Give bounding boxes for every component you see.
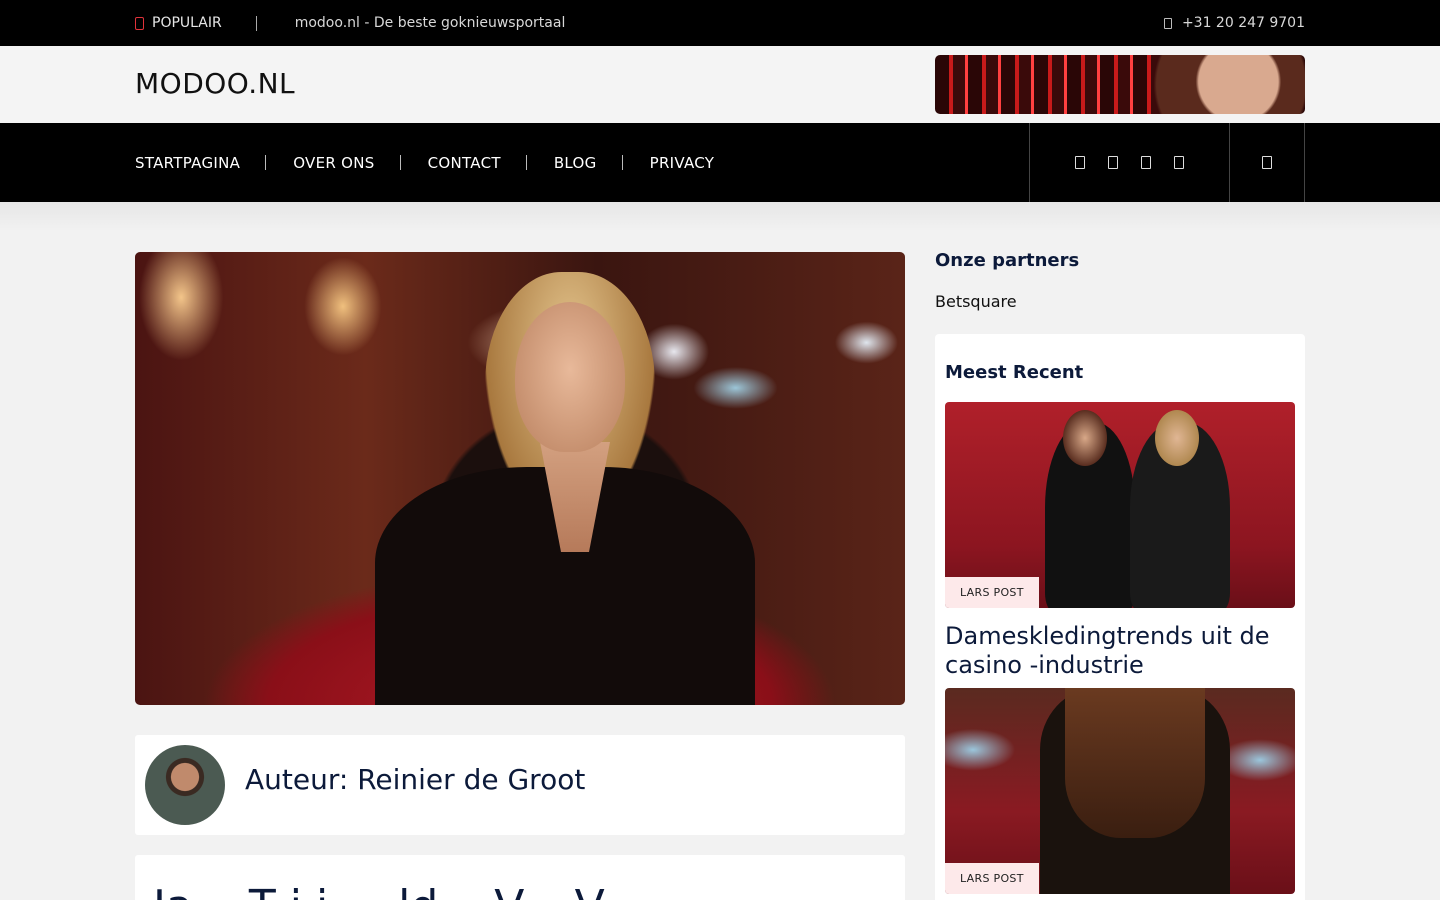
nav-item-contact[interactable]: CONTACT — [428, 154, 501, 172]
author-card: Auteur: Reinier de Groot — [135, 735, 905, 835]
header-banner-image[interactable] — [935, 55, 1305, 114]
social-icon-2[interactable] — [1108, 156, 1118, 169]
search-icon — [1262, 156, 1272, 169]
phone-icon — [1163, 17, 1172, 29]
nav-divider — [621, 155, 623, 170]
nav-divider — [525, 155, 527, 170]
nav-item-startpagina[interactable]: STARTPAGINA — [135, 154, 240, 172]
main-navigation: STARTPAGINA OVER ONS CONTACT BLOG PRIVAC… — [0, 123, 1440, 202]
phone-number: +31 20 247 9701 — [1181, 15, 1305, 31]
divider — [255, 15, 257, 31]
nav-item-privacy[interactable]: PRIVACY — [650, 154, 715, 172]
recent-post-thumbnail[interactable]: LARS POST — [945, 688, 1295, 894]
recent-post-title[interactable]: Dameskledingtrends uit de casino -indust… — [945, 622, 1295, 680]
top-bar: POPULAIR modoo.nl - De beste goknieuwspo… — [0, 0, 1440, 46]
social-icon-1[interactable] — [1075, 156, 1085, 169]
avatar — [145, 745, 225, 825]
partner-link[interactable]: Betsquare — [935, 292, 1017, 311]
recent-heading: Meest Recent — [945, 362, 1084, 383]
social-icon-4[interactable] — [1174, 156, 1184, 169]
nav-divider — [399, 155, 401, 170]
thumbnail-figure-head — [1155, 410, 1199, 466]
phone-contact[interactable]: +31 20 247 9701 — [1163, 15, 1305, 31]
nav-divider — [265, 155, 267, 170]
recent-post-thumbnail[interactable]: LARS POST — [945, 402, 1295, 608]
site-header: MODOO.NL — [0, 46, 1440, 123]
page-title: Auteur: Reinier de Groot — [245, 763, 586, 796]
thumbnail-figure-hair — [1065, 688, 1205, 838]
popular-link[interactable]: POPULAIR — [135, 15, 222, 31]
category-badge[interactable]: LARS POST — [945, 863, 1039, 894]
partners-heading: Onze partners — [935, 250, 1080, 271]
nav-item-blog[interactable]: BLOG — [554, 154, 597, 172]
site-logo[interactable]: MODOO.NL — [135, 67, 295, 100]
popular-label: POPULAIR — [152, 15, 222, 31]
header-shadow — [0, 202, 1440, 232]
site-tagline: modoo.nl - De beste goknieuwsportaal — [294, 15, 566, 31]
recent-posts-widget: Meest Recent LARS POST Dameskledingtrend… — [935, 334, 1305, 900]
featured-image — [135, 252, 905, 705]
post-card[interactable]: Ja... T i i ... ld... V... V... — [135, 855, 905, 900]
social-icon-3[interactable] — [1141, 156, 1151, 169]
thumbnail-figure-head — [1063, 410, 1107, 466]
flame-icon — [135, 16, 144, 30]
social-links — [1029, 123, 1230, 202]
hero-figure-face — [515, 302, 625, 452]
nav-item-over-ons[interactable]: OVER ONS — [293, 154, 374, 172]
post-title[interactable]: Ja... T i i ... ld... V... V... — [153, 881, 641, 900]
search-button[interactable] — [1230, 123, 1305, 202]
category-badge[interactable]: LARS POST — [945, 577, 1039, 608]
